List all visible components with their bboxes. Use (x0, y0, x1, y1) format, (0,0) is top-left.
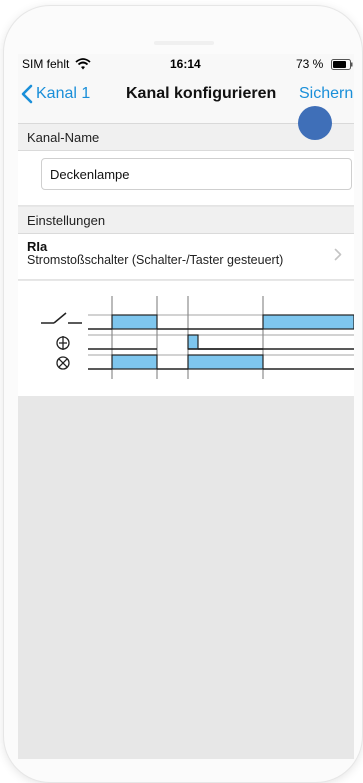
channel-name-input[interactable] (41, 158, 352, 190)
back-button-label: Kanal 1 (36, 85, 91, 102)
screen: SIM fehlt 16:14 73 % Kanal 1 Kanal konfi… (18, 54, 354, 759)
timing-diagram (41, 296, 354, 379)
page-title: Kanal konfigurieren (126, 85, 277, 102)
lamp-icon (56, 356, 70, 370)
timing-diagram-panel (18, 281, 354, 396)
save-button[interactable]: Sichern (299, 85, 353, 103)
chevron-left-icon (21, 84, 33, 104)
touch-indicator (298, 106, 332, 140)
chevron-right-icon (334, 248, 342, 261)
waveform-high-pulse (187, 334, 199, 350)
waveform-high-pulse (111, 354, 158, 370)
pushbutton-icon (56, 336, 70, 350)
status-bar: SIM fehlt 16:14 73 % (18, 54, 354, 80)
waveform-high-pulse (111, 314, 158, 330)
clock-text: 16:14 (170, 57, 201, 71)
waveform-high-pulse (187, 354, 264, 370)
mode-title: RIa (27, 239, 48, 254)
wifi-icon (75, 58, 91, 70)
waveform-high-pulse (262, 314, 354, 330)
battery-icon (331, 59, 353, 70)
mode-description: Stromstoßschalter (Schalter-/Taster gest… (27, 253, 284, 267)
switch-contact-icon (41, 312, 82, 324)
mode-select-row[interactable]: RIa Stromstoßschalter (Schalter-/Taster … (18, 234, 354, 280)
back-button[interactable]: Kanal 1 (21, 83, 90, 105)
battery-percent: 73 % (296, 57, 324, 71)
speaker-grille (154, 41, 214, 45)
carrier-text: SIM fehlt (22, 57, 70, 71)
home-indicator-area (4, 760, 362, 782)
section-header-settings: Einstellungen (18, 207, 354, 234)
channel-name-row (18, 151, 354, 206)
